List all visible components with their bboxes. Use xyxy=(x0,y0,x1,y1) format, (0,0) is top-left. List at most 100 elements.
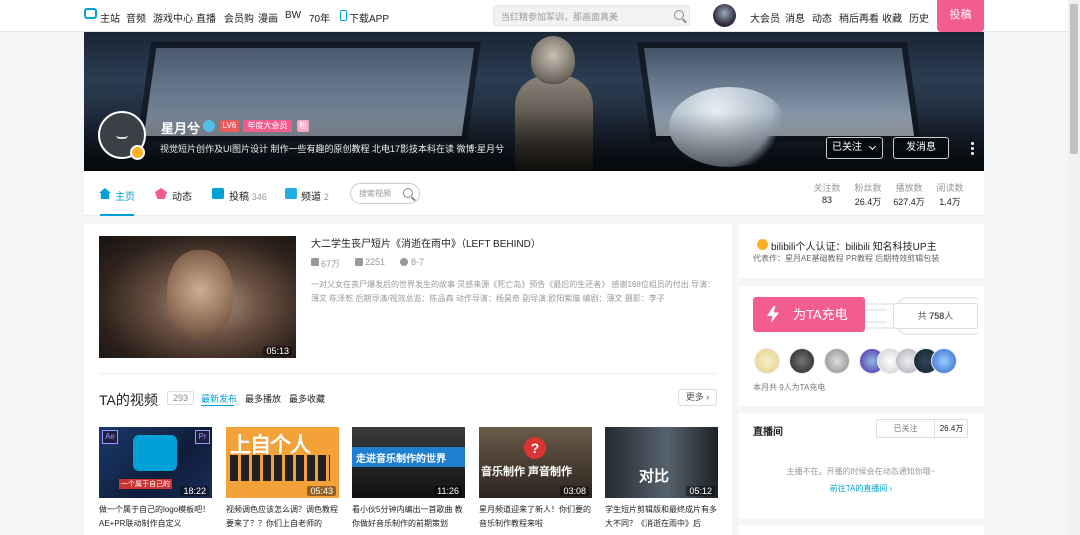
video-title[interactable]: 看小伙5分钟内编出一首歌曲 教你做好音乐制作的前期策划 xyxy=(352,503,465,531)
bolt-icon xyxy=(767,306,779,323)
download-app-link[interactable]: 下载APP xyxy=(349,10,389,25)
charge-button[interactable]: 为TA充电 xyxy=(753,297,865,332)
video-icon xyxy=(212,188,224,199)
thumb-graphic xyxy=(230,455,330,481)
featured-duration: 05:13 xyxy=(263,346,292,356)
tab-channels[interactable]: 频道 2 xyxy=(301,188,329,203)
stat-fans-label: 粉丝数 xyxy=(854,183,882,193)
nav-item-audio[interactable]: 音频 xyxy=(126,10,146,25)
phone-icon xyxy=(340,10,347,21)
thumb-caption: 音乐制作 声音制作 xyxy=(481,466,573,478)
supporter-avatar[interactable] xyxy=(824,348,850,374)
premiere-icon: Pr xyxy=(195,430,210,444)
more-videos-button[interactable]: 更多 › xyxy=(678,389,717,406)
stat-plays-label: 播放数 xyxy=(895,183,923,193)
nav-item-messages[interactable]: 消息 xyxy=(785,10,805,25)
nav-item-history[interactable]: 历史 xyxy=(909,10,929,25)
tab-channels-count: 2 xyxy=(323,192,329,202)
scrollbar-thumb[interactable] xyxy=(1070,4,1078,154)
nav-item-favorites[interactable]: 收藏 xyxy=(882,10,902,25)
sidebar-card xyxy=(738,525,984,535)
representative-works: 代表作：星月AE基础教程 PR教程 后期特效剪辑包装 xyxy=(753,254,940,263)
profile-signature: 视觉短片创作及UI图片设计 制作一些有趣的原创教程 北电17影技本科在读 微博:… xyxy=(160,144,505,154)
video-thumbnail[interactable]: 上自个人 05:43 xyxy=(226,427,339,498)
video-thumbnail[interactable]: 走进音乐制作的世界 11:26 xyxy=(352,427,465,498)
sort-latest[interactable]: 最新发布 xyxy=(201,392,237,405)
featured-video-title[interactable]: 大二学生丧尸短片《消逝在雨中》（LEFT BEHIND） xyxy=(311,235,541,250)
bilibili-tv-icon[interactable] xyxy=(84,8,97,19)
nav-item-vip-shop[interactable]: 会员购 xyxy=(224,10,254,25)
sort-most-played[interactable]: 最多播放 xyxy=(245,392,281,405)
video-thumbnail[interactable]: ? 音乐制作 声音制作 03:08 xyxy=(479,427,592,498)
live-room-link[interactable]: 前往TA的直播间 › xyxy=(738,483,984,494)
featured-video-description: 一对父女在丧尸爆发后的世界发生的故事 灵感来源《死亡岛》预告《最后的生还者》 感… xyxy=(311,280,716,303)
message-button[interactable]: 发消息 xyxy=(893,137,949,159)
thumb-caption: 对比 xyxy=(639,468,670,485)
search-icon[interactable] xyxy=(674,10,684,20)
sort-most-favorited[interactable]: 最多收藏 xyxy=(289,392,325,405)
video-thumbnail[interactable]: Ae Pr 一个属于自己的 18:22 xyxy=(99,427,212,498)
stat-following-label: 关注数 xyxy=(813,183,841,193)
video-title[interactable]: 做一个属于自己的logo模板吧！AE+PR联动制作自定义 xyxy=(99,503,212,531)
tab-videos-count: 346 xyxy=(251,192,267,202)
video-title[interactable]: 视频调色应该怎么调？调色教程要来了？？你们上自老师的 xyxy=(226,503,339,531)
vip-badge: 年度大会员 xyxy=(243,120,292,132)
tab-channels-label: 频道 xyxy=(301,192,321,203)
featured-play-count: 67万 xyxy=(321,259,341,269)
play-icon xyxy=(311,258,319,266)
search-icon[interactable] xyxy=(403,188,413,198)
nav-item-watch-later[interactable]: 稍后再看 xyxy=(839,10,879,25)
nav-item-game-center[interactable]: 游戏中心 xyxy=(153,10,193,25)
follow-button[interactable]: 已关注 xyxy=(826,137,883,159)
charge-button-label: 为TA充电 xyxy=(793,307,848,322)
search-input[interactable]: 当红精参加军训，那画面真美 xyxy=(493,5,690,26)
charge-total: 共 758人 xyxy=(893,303,978,329)
tab-videos-label: 投稿 xyxy=(229,192,249,203)
videos-section-title: TA的视频 xyxy=(99,392,158,408)
video-duration: 03:08 xyxy=(560,486,589,496)
video-search-input[interactable]: 搜索视频 xyxy=(350,183,420,204)
tab-videos[interactable]: 投稿 346 xyxy=(229,188,267,203)
live-follow-button[interactable]: 已关注 26.4万 xyxy=(876,419,968,438)
charge-total-prefix: 共 xyxy=(917,311,927,321)
nav-item-main[interactable]: 主站 xyxy=(100,10,120,25)
thumb-caption: 一个属于自己的 xyxy=(119,479,172,489)
featured-video-thumbnail[interactable]: 05:13 xyxy=(99,236,296,358)
video-title[interactable]: 星月频道迎来了新人！你们要的音乐制作教程来啦 xyxy=(479,503,592,531)
video-thumbnail[interactable]: 对比 05:12 xyxy=(605,427,718,498)
user-avatar[interactable] xyxy=(713,4,736,27)
upload-button[interactable]: 投稿 xyxy=(937,0,984,32)
question-icon: ? xyxy=(524,437,546,459)
videos-count-badge: 293 xyxy=(167,391,195,405)
tab-home[interactable]: 主页 xyxy=(115,188,135,203)
stat-plays-value: 627.4万 xyxy=(893,197,925,207)
nav-item-live[interactable]: 直播 xyxy=(196,10,216,25)
supporter-avatar[interactable] xyxy=(931,348,957,374)
verified-badge-icon xyxy=(130,145,145,160)
featured-danmaku-count: 2251 xyxy=(365,257,386,267)
charge-note: 本月共 9人为TA充电 xyxy=(753,383,826,392)
video-search-placeholder: 搜索视频 xyxy=(359,189,391,198)
tab-dynamic[interactable]: 动态 xyxy=(172,188,192,203)
more-label: 更多 xyxy=(685,392,704,402)
nav-item-manga[interactable]: 漫画 xyxy=(258,10,278,25)
nav-item-vip[interactable]: 大会员 xyxy=(750,10,780,25)
video-title[interactable]: 学生短片剪辑版和最终成片有多大不同？《消逝在雨中》后 xyxy=(605,503,718,531)
video-duration: 05:12 xyxy=(686,486,715,496)
tab-active-underline xyxy=(100,214,134,216)
live-offline-message: 主播不在。开播的时候会在动态通知你哦~ xyxy=(786,467,936,476)
stat-following-value[interactable]: 83 xyxy=(807,195,847,205)
username: 星月兮 xyxy=(161,121,201,136)
supporter-avatar[interactable] xyxy=(754,348,780,374)
video-duration: 11:26 xyxy=(434,486,462,496)
nav-item-dynamic[interactable]: 动态 xyxy=(812,10,832,25)
stat-fans-value[interactable]: 26.4万 xyxy=(848,195,888,208)
after-effects-icon: Ae xyxy=(102,430,118,444)
clock-icon xyxy=(400,258,408,266)
channel-icon xyxy=(285,188,297,199)
supporter-avatar[interactable] xyxy=(789,348,815,374)
stat-reads-label: 阅读数 xyxy=(936,183,964,193)
nav-item-bw[interactable]: BW xyxy=(285,10,301,21)
nav-item-70-years[interactable]: 70年 xyxy=(309,10,330,25)
more-options-icon[interactable] xyxy=(971,142,974,155)
